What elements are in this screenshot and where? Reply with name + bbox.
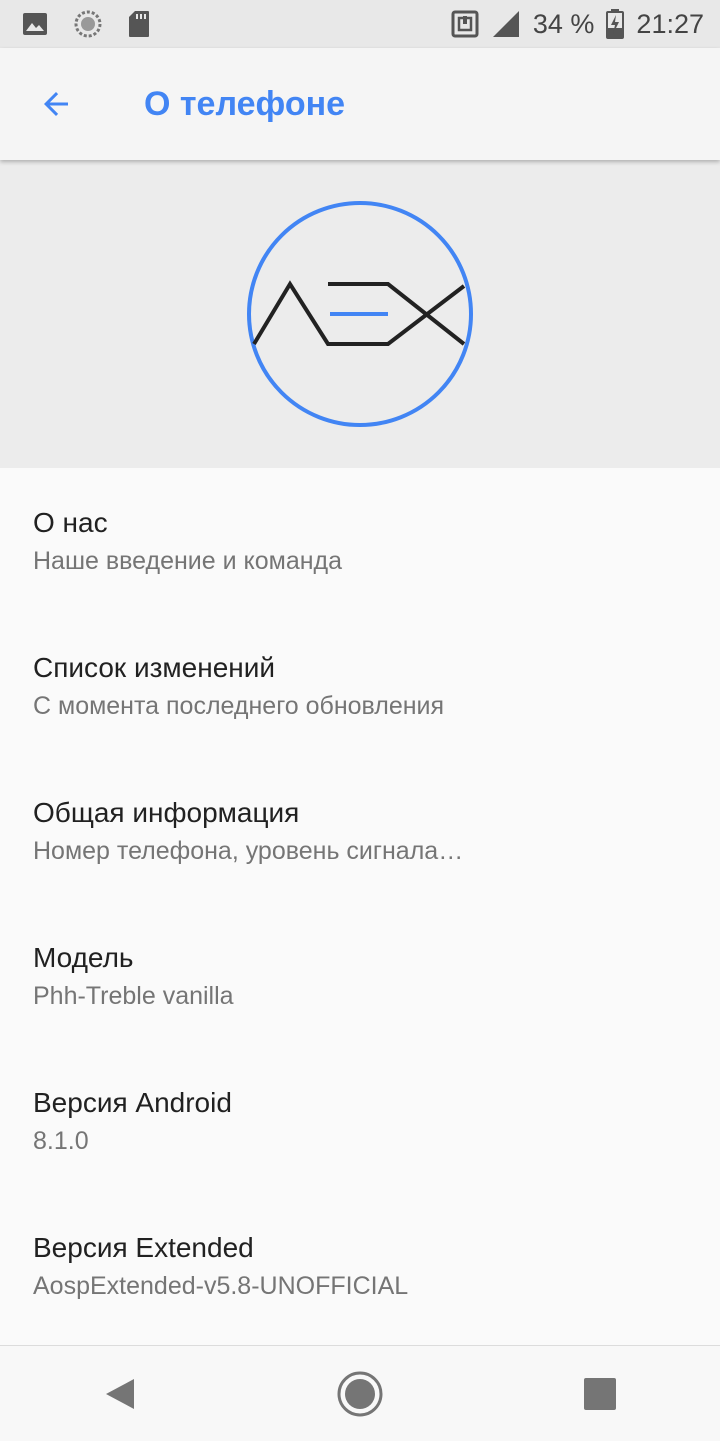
battery-percent: 34 % [532,8,595,39]
item-title: Модель [33,941,134,973]
item-title: Общая информация [33,796,300,828]
item-title: Версия Extended [33,1231,254,1263]
nfc-icon [451,10,479,38]
list-item-general-info[interactable]: Общая информация Номер телефона, уровень… [0,758,720,903]
item-subtitle: Наше введение и команда [33,546,343,575]
battery-charging-icon [606,9,625,39]
recents-square-icon [584,1377,616,1410]
back-button[interactable] [28,76,84,132]
header-banner [0,160,720,468]
aex-logo [247,201,473,427]
image-icon [22,12,48,36]
app-toolbar: О телефоне [0,48,720,160]
list-item-changelog[interactable]: Список изменений С момента последнего об… [0,613,720,758]
clock: 21:27 [636,8,704,39]
item-subtitle: Phh-Treble vanilla [33,981,234,1010]
settings-list: О нас Наше введение и команда Список изм… [0,468,720,1338]
list-item-model[interactable]: Модель Phh-Treble vanilla [0,903,720,1048]
item-title: Список изменений [33,651,276,683]
list-item-extended-version[interactable]: Версия Extended AospExtended-v5.8-UNOFFI… [0,1193,720,1338]
item-subtitle: С момента последнего обновления [33,691,445,720]
back-triangle-icon [106,1378,134,1409]
item-subtitle: Номер телефона, уровень сигнала… [33,836,464,865]
list-item-about-us[interactable]: О нас Наше введение и команда [0,468,720,613]
page-title: О телефоне [144,84,346,123]
sd-card-icon [128,10,150,38]
arrow-back-icon [44,92,68,116]
sync-icon [74,10,102,38]
navigation-bar [0,1345,720,1441]
item-subtitle: 8.1.0 [33,1126,89,1155]
status-bar: 34 % 21:27 [0,0,720,48]
item-subtitle: AospExtended-v5.8-UNOFFICIAL [33,1271,409,1300]
nav-recents-button[interactable] [555,1354,645,1434]
nav-back-button[interactable] [75,1354,165,1434]
nav-home-button[interactable] [315,1354,405,1434]
list-item-android-version[interactable]: Версия Android 8.1.0 [0,1048,720,1193]
signal-icon [491,9,521,39]
item-title: Версия Android [33,1086,232,1118]
item-title: О нас [33,506,108,538]
home-circle-icon [337,1371,383,1416]
